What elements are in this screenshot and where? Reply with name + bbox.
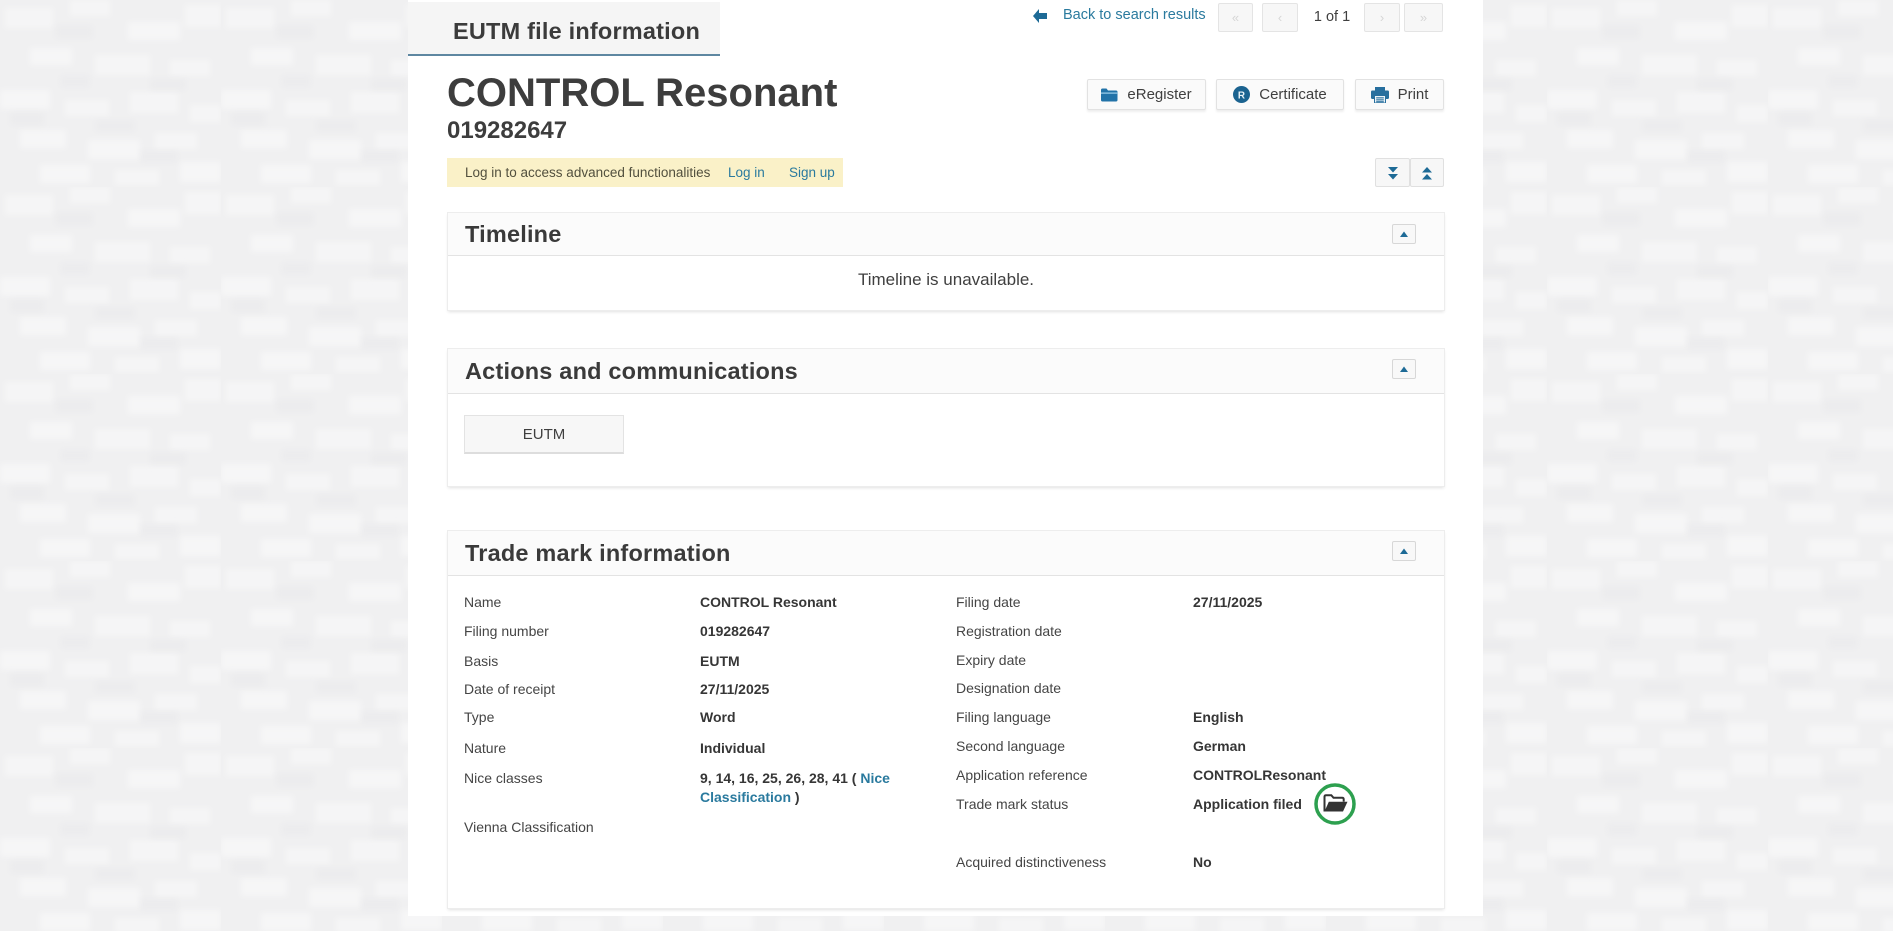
- svg-text:R: R: [1238, 90, 1245, 101]
